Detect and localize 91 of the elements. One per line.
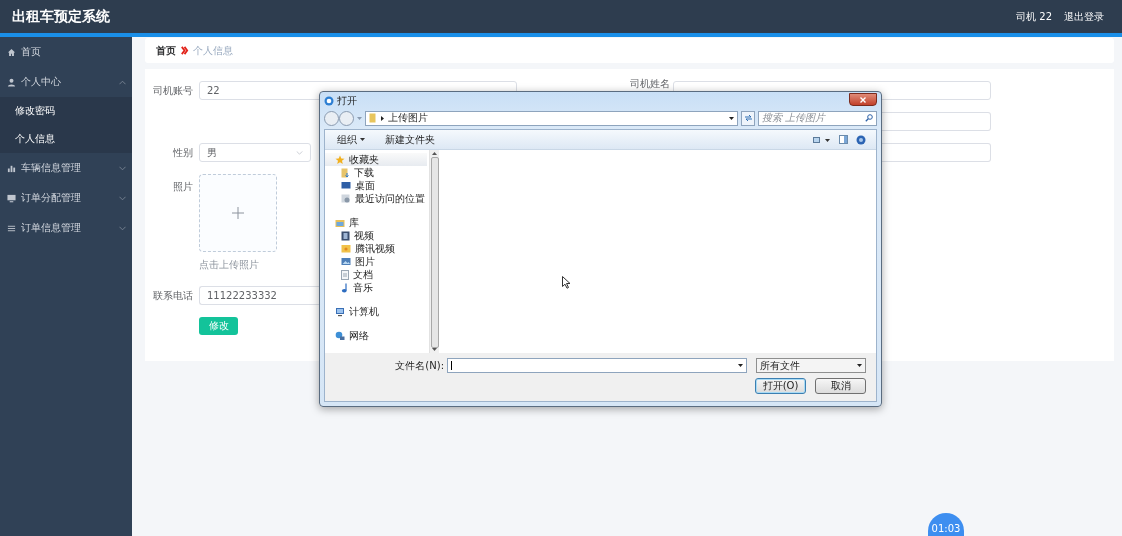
scrollbar[interactable]: [429, 150, 439, 353]
upload-box[interactable]: [199, 174, 277, 252]
cancel-button[interactable]: 取消: [815, 378, 866, 394]
nav-group[interactable]: 收藏夹: [325, 153, 427, 166]
nav-item[interactable]: 视频: [325, 229, 429, 242]
nav-group[interactable]: 库: [325, 216, 427, 229]
menu-item[interactable]: 订单分配管理: [0, 183, 132, 213]
home-icon: [7, 47, 16, 57]
field-label: 司机账号: [152, 83, 194, 98]
download-folder-icon: [341, 167, 350, 178]
dialog-icon: [324, 95, 334, 106]
dropdown-icon: [360, 138, 365, 141]
nav-item[interactable]: 下载: [325, 166, 429, 179]
nav-item[interactable]: 最近访问的位置: [325, 192, 429, 205]
input-field[interactable]: [882, 143, 991, 162]
address-bar[interactable]: 上传图片: [365, 110, 738, 126]
desktop-icon: [341, 181, 351, 190]
search-icon: [865, 114, 873, 123]
separator-icon: [180, 46, 189, 55]
app-title: 出租车预定系统: [12, 7, 111, 26]
film-icon: [341, 230, 350, 241]
submenu-item[interactable]: 修改密码: [0, 97, 132, 125]
timer-label: 01:03: [931, 523, 961, 536]
refresh-icon: [743, 114, 753, 123]
list-icon: [7, 223, 16, 233]
nav-group[interactable]: 网络: [325, 329, 427, 342]
star-icon: [335, 154, 345, 165]
preview-pane-icon[interactable]: [839, 135, 848, 144]
nav-item[interactable]: 文档: [325, 268, 429, 281]
computer-icon: [335, 306, 345, 317]
caret-icon[interactable]: [357, 116, 362, 120]
select-field[interactable]: 男: [199, 143, 311, 162]
back-icon[interactable]: [324, 110, 339, 126]
chevron-icon: [119, 225, 126, 231]
menu-item[interactable]: 首页: [0, 37, 132, 67]
forward-icon[interactable]: [339, 110, 354, 126]
nav-item[interactable]: 图片: [325, 255, 429, 268]
nav-item[interactable]: 桌面: [325, 179, 429, 192]
nav-group[interactable]: 计算机: [325, 305, 427, 318]
search-field[interactable]: 搜索 上传图片: [758, 110, 877, 126]
help-icon[interactable]: [856, 134, 866, 145]
field-label: 司机姓名: [629, 78, 671, 90]
breadcrumb-link[interactable]: 首页: [156, 43, 176, 58]
chevron-icon: [296, 150, 303, 155]
dropdown-icon: [729, 116, 734, 120]
network-icon: [335, 330, 345, 341]
menu-item[interactable]: 订单信息管理: [0, 213, 132, 243]
open-button[interactable]: 打开(O): [755, 378, 806, 394]
scroll-up-icon: [432, 152, 437, 155]
view-icon[interactable]: [813, 135, 831, 144]
input-field[interactable]: [882, 112, 991, 131]
text-cursor-icon: [451, 361, 452, 370]
cursor-icon: [562, 276, 571, 289]
picture-icon: [341, 257, 351, 266]
folder-icon: [369, 113, 377, 124]
menu-item[interactable]: 个人中心: [0, 67, 132, 97]
new-folder-button[interactable]: 新建文件夹: [385, 132, 435, 147]
close-icon: [860, 96, 866, 103]
library-icon: [335, 217, 345, 228]
music-note-icon: [341, 282, 349, 293]
monitor-icon: [7, 193, 16, 203]
field-label: 性别: [172, 145, 194, 160]
filename-field[interactable]: [447, 358, 747, 373]
document-icon: [341, 269, 349, 280]
field-label: 联系电话: [152, 288, 194, 303]
input-field[interactable]: 11122233332: [199, 286, 319, 305]
field-label: 照片: [172, 180, 194, 194]
dropdown-icon: [738, 364, 743, 367]
plus-icon: [232, 207, 244, 219]
logout-link[interactable]: 退出登录: [1064, 9, 1104, 24]
breadcrumb-arrow-icon: [381, 115, 384, 121]
nav-item[interactable]: 音乐: [325, 281, 429, 294]
chevron-icon: [119, 195, 126, 201]
organize-menu[interactable]: 组织: [337, 132, 365, 147]
submenu-item[interactable]: 个人信息: [0, 125, 132, 153]
nav-item[interactable]: 腾讯视频: [325, 242, 429, 255]
bar-chart-icon: [7, 163, 16, 173]
file-type-select[interactable]: 所有文件: [756, 358, 866, 373]
filename-label: 文件名(N):: [395, 358, 444, 373]
user-icon: [7, 77, 16, 87]
menu-item[interactable]: 车辆信息管理: [0, 153, 132, 183]
folder-icon: [341, 244, 351, 253]
chevron-icon: [119, 165, 126, 171]
chevron-icon: [119, 79, 126, 85]
refresh-button[interactable]: [741, 110, 755, 126]
recent-places-icon: [341, 193, 351, 204]
close-button[interactable]: [849, 93, 877, 106]
user-name: 司机 22: [1016, 9, 1052, 24]
upload-hint: 点击上传照片: [199, 258, 259, 272]
breadcrumb-current: 个人信息: [193, 43, 233, 58]
dropdown-icon: [857, 364, 862, 367]
